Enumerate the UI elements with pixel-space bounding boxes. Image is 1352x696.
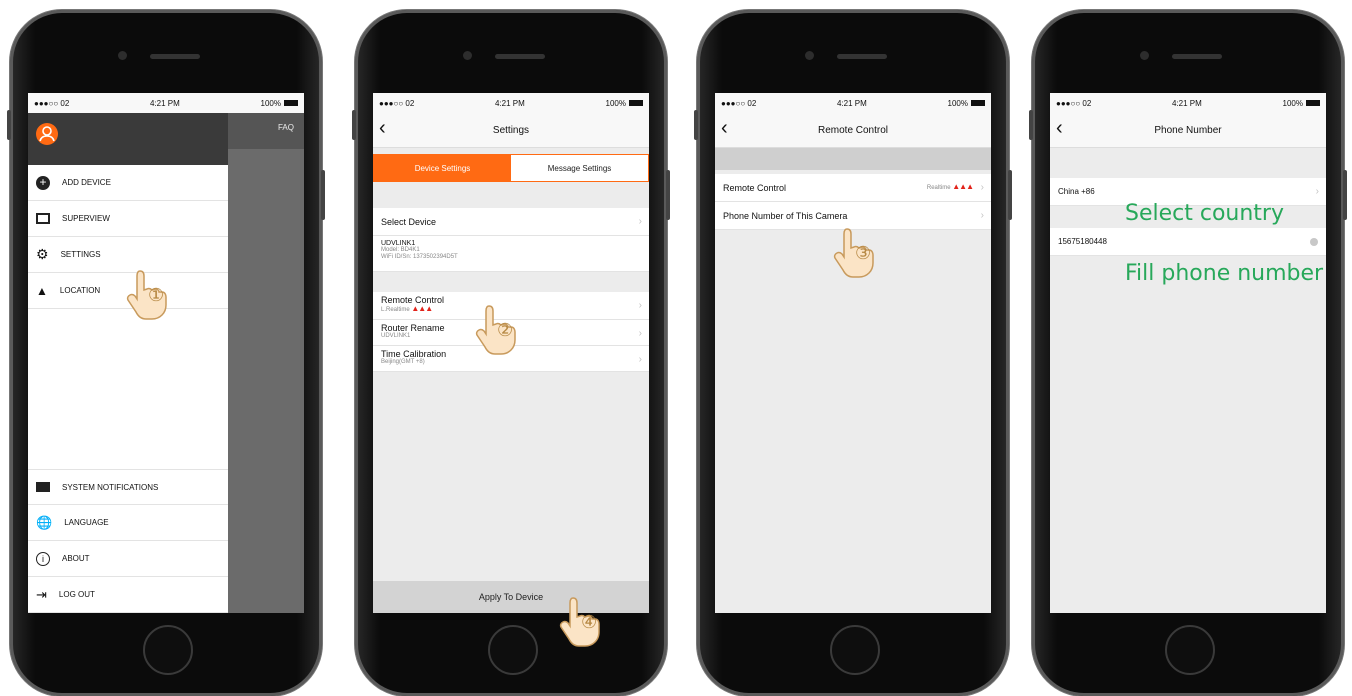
mail-icon [36,482,50,492]
battery: 100% [606,99,643,108]
phone-2: ●●●○○ 02 4:21 PM 100% ‹ Settings Device … [352,10,670,696]
home-button[interactable] [488,625,538,675]
tab-message-settings[interactable]: Message Settings [511,155,648,181]
carrier: ●●●○○ 02 [1056,98,1092,108]
hand-pointer-icon: ② [469,298,516,355]
side-button [666,170,670,220]
gear-icon: ⚙ [36,246,49,262]
front-camera [118,51,127,60]
remote-control-row[interactable]: Remote Control Realtime ▲▲▲ › [715,174,991,202]
warning-icon: ▲▲▲ [952,182,974,191]
step-badge: ④ [581,612,598,632]
side-button [1008,170,1012,220]
image-icon [36,213,50,224]
nav-bar: ‹ Phone Number [1050,113,1326,148]
clear-icon[interactable] [1310,237,1318,246]
select-country-annotation: Select country [1125,201,1284,226]
hand-pointer-icon: ④ [553,590,600,647]
page-title: Remote Control [817,124,889,136]
clock: 4:21 PM [495,98,525,108]
status-bar: ●●●○○ 02 4:21 PM 100% [373,93,649,113]
chevron-right-icon: › [980,182,984,193]
phone-1: ●●●○○ 02 4:21 PM 100% FAQ + ADD DEVICE S… [7,10,325,696]
front-camera [463,51,472,60]
fill-phone-number-annotation: Fill phone number [1125,261,1324,286]
tab-device-settings[interactable]: Device Settings [374,155,511,181]
warning-icon: ▲▲▲ [411,304,433,313]
side-button [1029,110,1033,140]
back-arrow-icon[interactable]: ‹ [379,117,386,140]
status-bar: ●●●○○ 02 4:21 PM 100% [1050,93,1326,113]
globe-icon: 🌐 [36,514,53,530]
step-badge: ③ [855,243,872,263]
clock: 4:21 PM [1172,98,1202,108]
page-title: Settings [492,124,530,136]
nav-bar: ‹ Settings [373,113,649,148]
phone-4: ●●●○○ 02 4:21 PM 100% ‹ Phone Number Chi… [1029,10,1347,696]
speaker [150,54,200,59]
chevron-right-icon: › [638,216,642,227]
front-camera [805,51,814,60]
chevron-right-icon: › [980,210,984,221]
chevron-right-icon: › [638,300,642,311]
side-button [321,170,325,220]
hand-pointer-icon: ① [120,263,167,320]
add-circle-icon: + [36,175,50,190]
front-camera [1140,51,1149,60]
back-arrow-icon[interactable]: ‹ [721,117,728,140]
content-overlay[interactable]: FAQ [228,113,304,613]
hand-pointer-icon: ③ [827,221,874,278]
battery: 100% [948,99,985,108]
status-bar: ●●●○○ 02 4:21 PM 100% [28,93,304,113]
select-device-row[interactable]: Select Device › [373,208,649,236]
step-badge: ① [148,285,165,305]
home-button[interactable] [1165,625,1215,675]
screen-remote-control: ●●●○○ 02 4:21 PM 100% ‹ Remote Control R… [715,93,991,613]
info-icon: i [36,551,50,566]
battery: 100% [1283,99,1320,108]
menu-item-add-device[interactable]: + ADD DEVICE [28,165,228,201]
logout-icon: ⇥ [36,586,47,602]
carrier: ●●●○○ 02 [721,98,757,108]
speaker [495,54,545,59]
menu-item-system-notifications[interactable]: SYSTEM NOTIFICATIONS [28,469,228,505]
chevron-right-icon: › [638,328,642,339]
side-button [7,110,11,140]
clock: 4:21 PM [150,98,180,108]
clock: 4:21 PM [837,98,867,108]
menu-item-about[interactable]: i ABOUT [28,541,228,577]
speaker [837,54,887,59]
avatar[interactable] [36,123,58,145]
menu-item-log-out[interactable]: ⇥ LOG OUT [28,577,228,613]
nav-bar: ‹ Remote Control [715,113,991,148]
home-button[interactable] [143,625,193,675]
screen-settings: ●●●○○ 02 4:21 PM 100% ‹ Settings Device … [373,93,649,613]
phone-3: ●●●○○ 02 4:21 PM 100% ‹ Remote Control R… [694,10,1012,696]
drawer-header [28,113,228,165]
speaker [1172,54,1222,59]
chevron-right-icon: › [638,354,642,365]
home-button[interactable] [830,625,880,675]
chevron-right-icon: › [1315,186,1319,197]
carrier: ●●●○○ 02 [34,98,70,108]
screen-phone-number: ●●●○○ 02 4:21 PM 100% ‹ Phone Number Chi… [1050,93,1326,613]
menu-item-language[interactable]: 🌐 LANGUAGE [28,505,228,541]
back-arrow-icon[interactable]: ‹ [1056,117,1063,140]
step-badge: ② [497,320,514,340]
screen-menu: ●●●○○ 02 4:21 PM 100% FAQ + ADD DEVICE S… [28,93,304,613]
menu-item-superview[interactable]: SUPERVIEW [28,201,228,237]
side-button [1343,170,1347,220]
side-drawer: + ADD DEVICE SUPERVIEW ⚙ SETTINGS ▲ LOCA… [28,113,228,613]
faq-link[interactable]: FAQ [278,123,294,132]
status-bar: ●●●○○ 02 4:21 PM 100% [715,93,991,113]
phone-number-input[interactable]: 15675180448 [1050,228,1326,256]
side-button [352,110,356,140]
carrier: ●●●○○ 02 [379,98,415,108]
device-info: UDVLINK1 Model: BD4K1 WiFi ID/Sn: 137350… [373,236,649,272]
battery: 100% [261,99,298,108]
page-title: Phone Number [1154,124,1222,136]
tab-bar: Device Settings Message Settings [373,154,649,182]
location-icon: ▲ [36,283,48,298]
side-button [694,110,698,140]
